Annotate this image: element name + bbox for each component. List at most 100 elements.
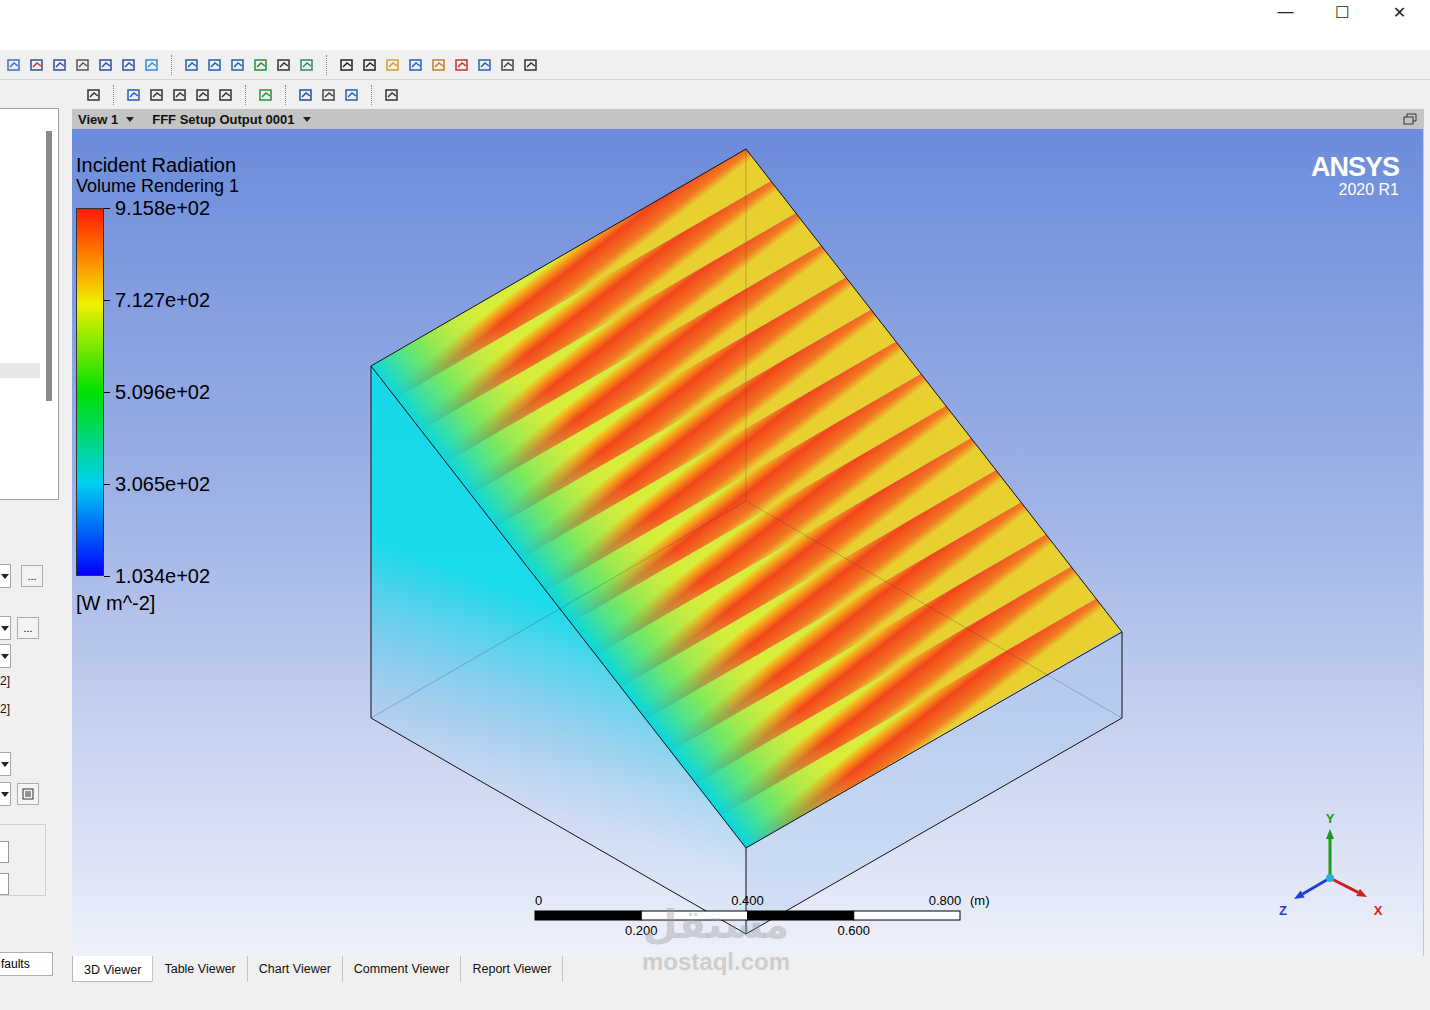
left-panel: ......2]2]faults	[0, 80, 60, 1010]
tool-icon[interactable]	[454, 57, 470, 73]
tool-icon[interactable]	[276, 57, 292, 73]
tool-icon[interactable]	[98, 57, 114, 73]
axis: Y	[1326, 811, 1335, 878]
toolbar-separator	[113, 85, 115, 105]
tool-icon[interactable]	[431, 57, 447, 73]
cfd-post-window: —☐✕......2]2]faultsView 1FFF Setup Outpu…	[0, 0, 1430, 1010]
field-row	[0, 644, 60, 668]
viewer-tab[interactable]: Chart Viewer	[248, 956, 343, 982]
tool-icon[interactable]	[172, 87, 188, 103]
color-bar	[76, 208, 104, 576]
svg-text:0: 0	[535, 893, 542, 908]
toolbar-separator	[171, 55, 173, 75]
axis: X	[1330, 878, 1383, 918]
viewport-header: View 1 FFF Setup Output 0001	[72, 109, 1423, 129]
ansys-logo: ANSYS2020 R1	[1311, 153, 1399, 199]
tool-icon[interactable]	[362, 57, 378, 73]
viewer-tab[interactable]: Comment Viewer	[343, 956, 462, 982]
output-selector[interactable]: FFF Setup Output 0001	[152, 112, 310, 127]
svg-text:Z: Z	[1279, 903, 1287, 918]
legend-tick: 1.034e+02	[104, 566, 210, 586]
tree-row[interactable]	[0, 363, 40, 378]
tool-icon[interactable]	[86, 87, 102, 103]
tool-icon[interactable]	[477, 57, 493, 73]
field-row	[0, 782, 60, 806]
watermark: مستقلmostaql.com	[626, 900, 806, 976]
tool-icon[interactable]	[207, 57, 223, 73]
dropdown[interactable]	[0, 752, 11, 776]
tool-icon[interactable]	[298, 87, 314, 103]
svg-text:0.200: 0.200	[625, 923, 658, 938]
viewer-tabs: 3D ViewerTable ViewerChart ViewerComment…	[72, 956, 1430, 982]
svg-text:0.400: 0.400	[731, 893, 764, 908]
field-row: ...	[0, 616, 60, 640]
browse-button[interactable]: ...	[21, 565, 43, 587]
tool-icon[interactable]	[75, 57, 91, 73]
restore-icon[interactable]	[1403, 113, 1417, 125]
tool-icon[interactable]	[126, 87, 142, 103]
tool-icon[interactable]	[29, 57, 45, 73]
svg-text:Y: Y	[1326, 811, 1335, 826]
tool-icon[interactable]	[144, 57, 160, 73]
svg-text:0.800: 0.800	[929, 893, 962, 908]
dropdown[interactable]	[0, 616, 11, 640]
tool-icon[interactable]	[195, 87, 211, 103]
tool-icon[interactable]	[339, 57, 355, 73]
tool-icon[interactable]	[523, 57, 539, 73]
tool-icon[interactable]	[121, 57, 137, 73]
tool-icon[interactable]	[149, 87, 165, 103]
window-control[interactable]: ✕	[1371, 0, 1428, 24]
dropdown-arrow-icon	[303, 117, 311, 122]
defaults-button[interactable]: faults	[0, 952, 53, 976]
list-icon	[22, 788, 34, 800]
scrollbar[interactable]	[40, 109, 58, 499]
tool-icon[interactable]	[230, 57, 246, 73]
legend-tick: 3.065e+02	[104, 474, 210, 494]
viewer-tab[interactable]: Report Viewer	[461, 956, 563, 982]
3d-canvas[interactable]: Incident RadiationVolume Rendering 19.15…	[72, 129, 1423, 956]
tool-icon[interactable]	[500, 57, 516, 73]
scale-bar: 00.4000.800(m)0.2000.600	[527, 891, 1047, 951]
spin-field[interactable]	[0, 841, 9, 863]
svg-text:0.600: 0.600	[837, 923, 870, 938]
window-control[interactable]: —	[1257, 0, 1314, 24]
tool-icon[interactable]	[253, 57, 269, 73]
view-selector[interactable]: View 1	[78, 112, 134, 127]
axis-triad: Y Z X	[1270, 811, 1395, 923]
tool-icon[interactable]	[52, 57, 68, 73]
viewer-tab[interactable]: 3D Viewer	[72, 956, 153, 982]
dropdown[interactable]	[0, 782, 11, 806]
field-label: 2]	[0, 702, 60, 716]
legend-tick: 5.096e+02	[104, 382, 210, 402]
viewer-column: View 1 FFF Setup Output 0001 Incident Radi…	[60, 80, 1430, 1010]
tool-icon[interactable]	[258, 87, 274, 103]
tool-icon[interactable]	[184, 57, 200, 73]
viewer-tab[interactable]: Table Viewer	[153, 956, 247, 982]
editor-button[interactable]	[17, 783, 39, 805]
options-group	[0, 824, 46, 896]
legend-tick: 9.158e+02	[104, 198, 210, 218]
browse-button[interactable]: ...	[17, 617, 39, 639]
outline-tree[interactable]	[0, 108, 59, 500]
volume-rendering[interactable]	[72, 129, 1423, 956]
tool-icon[interactable]	[321, 87, 337, 103]
tool-icon[interactable]	[218, 87, 234, 103]
tool-icon[interactable]	[408, 57, 424, 73]
dropdown-arrow-icon	[126, 117, 134, 122]
dropdown[interactable]	[0, 564, 11, 588]
tool-icon[interactable]	[6, 57, 22, 73]
svg-text:X: X	[1374, 903, 1383, 918]
field-row: ...	[0, 564, 60, 588]
toolbar-separator	[245, 85, 247, 105]
tool-icon[interactable]	[384, 87, 400, 103]
text-field[interactable]	[0, 873, 9, 895]
axis: Z	[1279, 878, 1330, 918]
tool-icon[interactable]	[344, 87, 360, 103]
legend-subtitle: Volume Rendering 1	[76, 176, 239, 196]
dropdown[interactable]	[0, 644, 11, 668]
tool-icon[interactable]	[385, 57, 401, 73]
scroll-thumb[interactable]	[46, 131, 52, 401]
window-control[interactable]: ☐	[1314, 0, 1371, 24]
tool-icon[interactable]	[299, 57, 315, 73]
title-bar: —☐✕	[0, 0, 1430, 50]
